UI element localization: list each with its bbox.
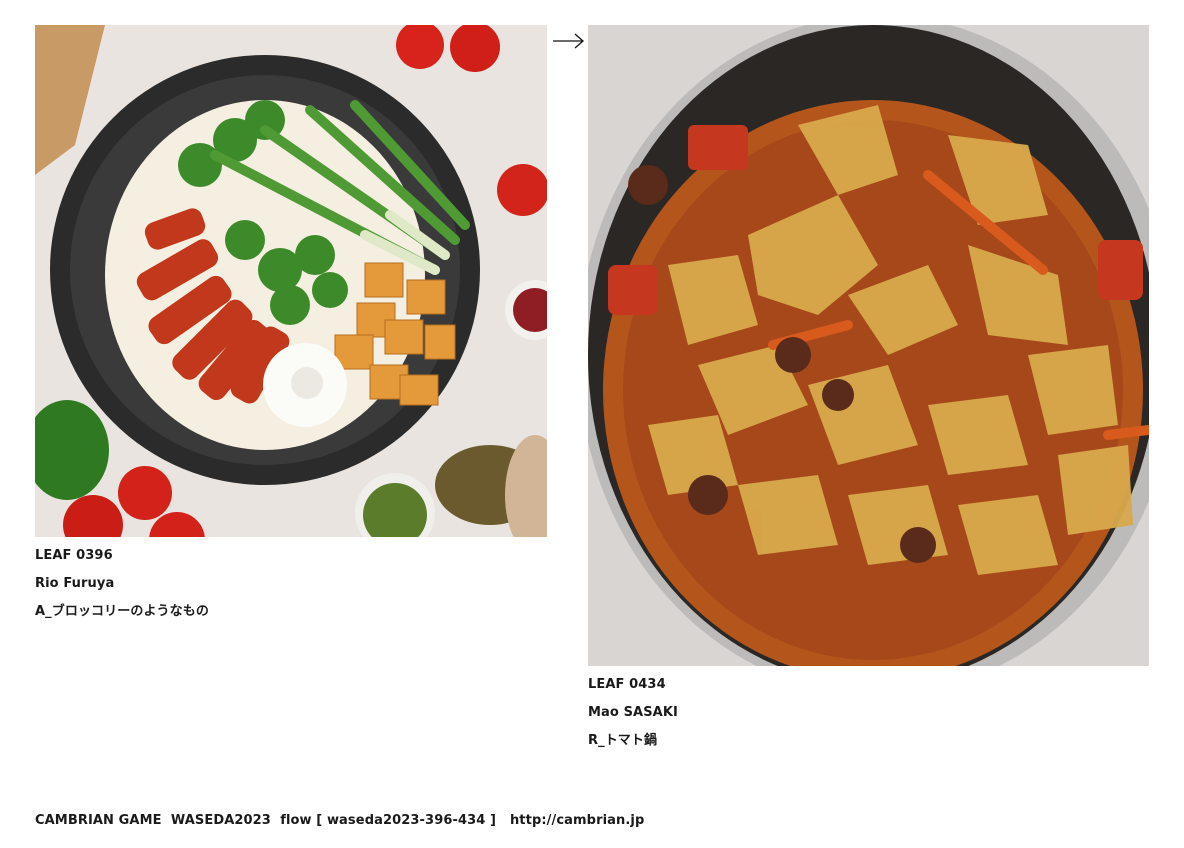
leaf-number: LEAF 0396 — [35, 548, 113, 563]
leaf-title: R_トマト鍋 — [588, 733, 658, 748]
leaf-number: LEAF 0434 — [588, 677, 666, 692]
tomato-hotpot-image[interactable] — [588, 25, 1149, 666]
leaf-title: A_ブロッコリーのようなもの — [35, 604, 209, 619]
noodle-vegetable-platter-image[interactable] — [35, 25, 547, 537]
footer-caption: CAMBRIAN GAME WASEDA2023 flow [ waseda20… — [35, 813, 645, 828]
author-name: Rio Furuya — [35, 576, 115, 591]
right-card-meta: LEAF 0434 Mao SASAKI R_トマト鍋 — [588, 671, 678, 755]
author-name: Mao SASAKI — [588, 705, 678, 720]
right-arrow-icon — [552, 31, 584, 51]
left-card-meta: LEAF 0396 Rio Furuya A_ブロッコリーのようなもの — [35, 542, 209, 626]
